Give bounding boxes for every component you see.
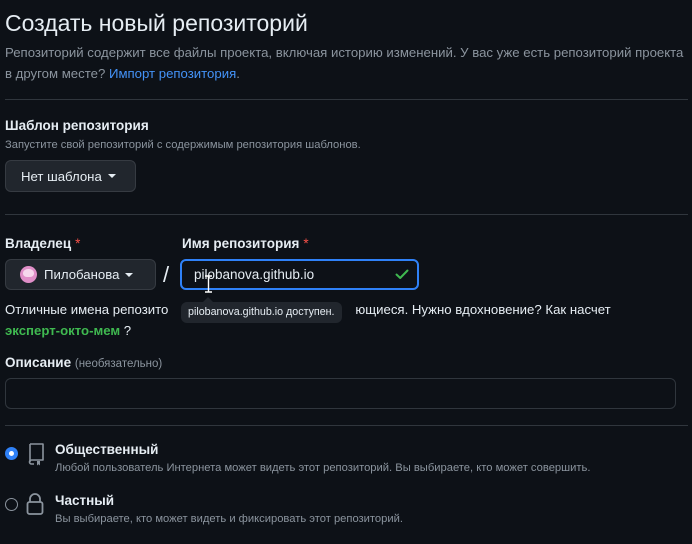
avatar [20,266,37,283]
private-option-title: Частный [55,493,115,508]
import-link-suffix: . [236,66,240,81]
description-label: Описание (необязательно) [5,355,163,370]
owner-repo-separator: / [163,262,170,287]
divider [5,425,688,426]
chevron-down-icon [125,272,134,277]
description-input[interactable] [5,378,676,409]
public-option-description: Любой пользователь Интернета может видет… [55,462,591,474]
availability-tooltip: pilobanova.github.io доступен. [181,297,342,323]
divider [5,214,688,215]
text-cursor-icon [205,275,212,293]
private-radio[interactable] [5,498,18,511]
page-title: Создать новый репозиторий [5,10,308,36]
owner-label: Владелец * [5,236,81,251]
repo-name-input[interactable]: pilobanova.github.io [180,259,419,290]
template-hint: Запустите свой репозиторий с содержимым … [5,139,361,151]
optional-note: (необязательно) [74,358,163,370]
chevron-down-icon [107,174,116,178]
lock-icon [26,493,44,515]
private-option-description: Вы выбираете, кто может видеть и фиксиро… [55,513,403,525]
check-icon [395,269,409,279]
owner-select-button[interactable]: Пилобанова [5,259,156,290]
repo-name-label: Имя репозитория * [182,236,309,251]
template-label: Шаблон репозитория [5,118,149,133]
required-mark: * [75,236,81,251]
create-repository-page: Создать новый репозиторий Репозиторий со… [0,0,692,544]
public-radio[interactable] [5,447,18,460]
divider [5,99,688,100]
import-repository-link[interactable]: Импорт репозитория [109,66,236,81]
owner-select-label: Пилобанова [44,267,120,282]
suggested-name-link[interactable]: эксперт-окто-мем [5,323,120,338]
page-description: Репозиторий содержит все файлы проекта, … [5,42,685,84]
template-select-button[interactable]: Нет шаблона [5,160,136,192]
template-select-label: Нет шаблона [21,168,102,184]
public-option-title: Общественный [55,442,159,457]
required-mark: * [303,236,309,251]
repo-icon [28,443,44,466]
description-text: Репозиторий содержит все файлы проекта, … [5,45,684,81]
